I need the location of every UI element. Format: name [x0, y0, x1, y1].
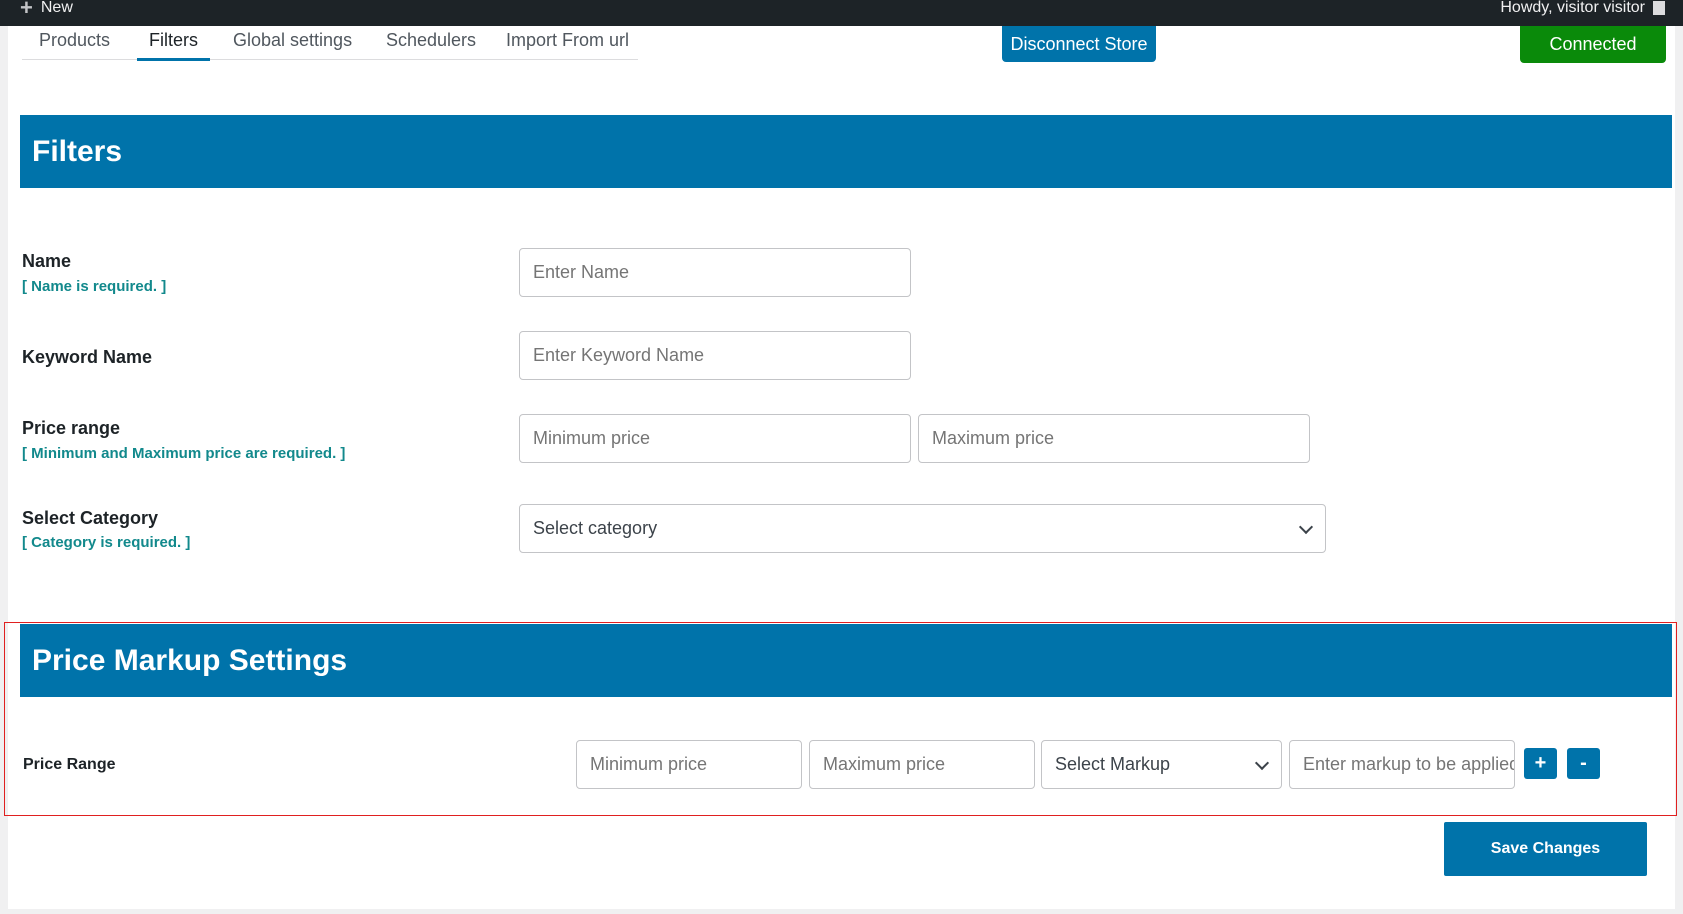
tab-import-from-url[interactable]: Import From url	[506, 26, 629, 60]
highlight-box	[4, 622, 1677, 816]
select-category-label: Select Category	[22, 508, 159, 528]
save-changes-button[interactable]: Save Changes	[1444, 822, 1647, 876]
category-select[interactable]: Select category	[519, 504, 1326, 553]
plus-icon: +	[20, 0, 33, 20]
new-label: New	[40, 0, 73, 16]
new-menu[interactable]: + New	[20, 0, 73, 20]
name-input[interactable]	[519, 248, 911, 297]
min-price-input[interactable]	[519, 414, 911, 463]
avatar	[1653, 1, 1665, 15]
keyword-name-input[interactable]	[519, 331, 911, 380]
category-required-note: [ Category is required. ]	[22, 534, 191, 551]
name-required-note: [ Name is required. ]	[22, 278, 167, 295]
chevron-down-icon	[1298, 519, 1314, 535]
keyword-name-label: Keyword Name	[22, 347, 153, 367]
connected-status-button[interactable]: Connected	[1520, 26, 1666, 63]
tab-products[interactable]: Products	[39, 26, 110, 60]
name-label: Name	[22, 251, 72, 271]
price-required-note: [ Minimum and Maximum price are required…	[22, 445, 346, 462]
tab-bar: Products Filters Global settings Schedul…	[22, 26, 638, 61]
admin-bar: + New Howdy, visitor visitor	[0, 0, 1683, 26]
tab-schedulers[interactable]: Schedulers	[386, 26, 476, 60]
tab-filters[interactable]: Filters	[137, 26, 210, 61]
howdy-text: Howdy, visitor visitor	[1500, 0, 1645, 16]
price-range-label: Price range	[22, 418, 121, 438]
tab-global-settings[interactable]: Global settings	[233, 26, 352, 60]
category-select-value: Select category	[533, 518, 658, 538]
user-menu[interactable]: Howdy, visitor visitor	[1500, 0, 1665, 16]
disconnect-store-button[interactable]: Disconnect Store	[1002, 26, 1156, 62]
max-price-input[interactable]	[918, 414, 1310, 463]
filters-header: Filters	[20, 115, 1672, 188]
